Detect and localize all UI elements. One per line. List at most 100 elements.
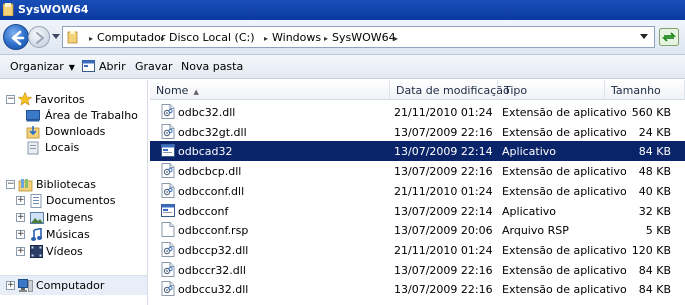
file-name: odbccu32.dll bbox=[178, 283, 249, 297]
file-name: odbcconf bbox=[178, 204, 229, 218]
app-icon bbox=[161, 203, 175, 218]
address-bar[interactable]: ▸ Computador ▸ Disco Local (C:) ▸ Windows ▸… bbox=[62, 26, 655, 48]
column-header-name[interactable]: Nome ▲ bbox=[150, 80, 390, 100]
nav-places[interactable]: Locais bbox=[26, 140, 146, 156]
nav-desktop[interactable]: Área de Trabalho bbox=[26, 108, 146, 124]
new-folder-button[interactable]: Nova pasta bbox=[181, 60, 243, 73]
dll-icon bbox=[161, 104, 175, 119]
window-icon bbox=[82, 60, 95, 72]
file-name: odbcad32 bbox=[178, 145, 233, 159]
file-row[interactable]: odbccp32.dll 21/11/2010 01:24 Extensão de … bbox=[150, 240, 685, 260]
back-button[interactable] bbox=[3, 24, 29, 50]
file-date-modified: 13/07/2009 22:16 bbox=[394, 125, 493, 139]
file-row[interactable]: odbc32gt.dll 13/07/2009 22:16 Extensão de … bbox=[150, 122, 685, 142]
expand-icon[interactable]: + bbox=[16, 230, 25, 239]
breadcrumb-windows[interactable]: ▸ Windows bbox=[264, 31, 321, 44]
dll-icon bbox=[161, 123, 175, 139]
file-type: Aplicativo bbox=[502, 204, 557, 218]
refresh-icon[interactable] bbox=[659, 28, 679, 46]
file-date-modified: 13/07/2009 22:16 bbox=[394, 263, 493, 277]
organize-button[interactable]: Organizar ▼ bbox=[10, 60, 75, 73]
music-icon bbox=[31, 228, 42, 241]
file-name: odbcbcp.dll bbox=[178, 165, 242, 179]
file-name: odbccr32.dll bbox=[178, 263, 246, 277]
file-row[interactable]: odbccr32.dll 13/07/2009 22:16 Extensão de … bbox=[150, 260, 685, 280]
desktop-icon bbox=[26, 110, 40, 122]
star-icon bbox=[18, 92, 32, 106]
breadcrumb-computer[interactable]: ▸ Computador bbox=[89, 31, 165, 44]
collapse-icon[interactable]: − bbox=[6, 95, 15, 104]
expand-icon[interactable]: + bbox=[16, 196, 25, 205]
file-type: Aplicativo bbox=[502, 145, 557, 159]
breadcrumb-syswow64[interactable]: ▸ SysWOW64 bbox=[324, 31, 396, 44]
file-name: odbcconf.dll bbox=[178, 184, 245, 198]
column-header-size[interactable]: Tamanho bbox=[605, 80, 685, 100]
file-name: odbcconf.rsp bbox=[178, 224, 249, 238]
column-header-type[interactable]: Tipo bbox=[498, 80, 605, 100]
file-row[interactable]: odbcconf.rsp 13/07/2009 20:06 Arquivo RSP 5… bbox=[150, 220, 685, 240]
file-name: odbccp32.dll bbox=[178, 243, 249, 257]
images-icon bbox=[30, 212, 44, 224]
file-row[interactable]: odbccu32.dll 13/07/2009 22:16 Extensão de … bbox=[150, 279, 685, 299]
column-header-date[interactable]: Data de modificação bbox=[390, 80, 510, 100]
expand-icon[interactable]: + bbox=[16, 247, 25, 256]
file-date-modified: 21/11/2010 01:24 bbox=[394, 106, 493, 119]
file-size: 40 KB bbox=[638, 184, 671, 198]
title-bar[interactable]: SysWOW64 bbox=[0, 0, 685, 20]
folder-icon bbox=[3, 3, 14, 16]
breadcrumb-local-disk[interactable]: ▸ Disco Local (C:) bbox=[161, 31, 255, 44]
file-date-modified: 13/07/2009 22:16 bbox=[394, 283, 493, 297]
app-icon bbox=[161, 143, 175, 158]
file-date-modified: 13/07/2009 22:14 bbox=[394, 145, 493, 159]
dll-icon bbox=[161, 182, 175, 198]
blank-file-icon bbox=[161, 222, 175, 238]
nav-images[interactable]: + Imagens bbox=[16, 210, 146, 226]
nav-music[interactable]: + Músicas bbox=[16, 227, 146, 243]
file-size: 48 KB bbox=[638, 165, 671, 179]
address-row: ▸ Computador ▸ Disco Local (C:) ▸ Windows ▸… bbox=[0, 20, 685, 55]
file-size: 84 KB bbox=[638, 263, 671, 277]
file-type: Arquivo RSP bbox=[502, 224, 569, 238]
expand-icon[interactable]: + bbox=[16, 213, 25, 222]
downloads-folder-icon bbox=[26, 126, 40, 139]
forward-button[interactable] bbox=[28, 26, 50, 48]
breadcrumb-more-icon[interactable]: ▸ bbox=[394, 31, 402, 44]
file-size: 32 KB bbox=[638, 204, 671, 218]
dll-icon bbox=[161, 241, 175, 257]
nav-favorites[interactable]: − Favoritos bbox=[6, 92, 146, 108]
file-list: Nome ▲ Data de modificação Tipo Tamanho o… bbox=[150, 80, 685, 305]
file-size: 24 KB bbox=[638, 125, 671, 139]
collapse-icon[interactable]: − bbox=[6, 180, 15, 189]
file-size: 84 KB bbox=[638, 283, 671, 297]
file-row[interactable]: odbcbcp.dll 13/07/2009 22:16 Extensão de a… bbox=[150, 161, 685, 181]
nav-documents[interactable]: + Documentos bbox=[16, 193, 146, 209]
burn-button[interactable]: Gravar bbox=[135, 60, 173, 73]
file-row[interactable]: odbcconf.dll 21/11/2010 01:24 Extensão de … bbox=[150, 181, 685, 201]
open-button[interactable]: Abrir bbox=[82, 60, 126, 73]
dll-icon bbox=[161, 281, 175, 297]
nav-downloads[interactable]: Downloads bbox=[26, 124, 146, 140]
nav-videos[interactable]: + Vídeos bbox=[16, 244, 146, 260]
file-size: 5 KB bbox=[645, 224, 671, 238]
command-bar: Organizar ▼ Abrir Gravar Nova pasta bbox=[0, 55, 685, 79]
arrow-right-icon bbox=[36, 32, 45, 44]
dll-icon bbox=[161, 261, 175, 277]
file-date-modified: 21/11/2010 01:24 bbox=[394, 243, 493, 257]
expand-icon[interactable]: + bbox=[6, 281, 15, 290]
file-row[interactable]: odbc32.dll 21/11/2010 01:24 Extensão de ap… bbox=[150, 102, 685, 122]
documents-icon bbox=[30, 194, 42, 208]
recent-places-icon bbox=[27, 141, 39, 155]
file-size: 560 KB bbox=[631, 106, 671, 119]
recent-pages-dropdown-icon[interactable] bbox=[52, 34, 60, 40]
file-row[interactable]: odbcad32 13/07/2009 22:14 Aplicativo 84 KB bbox=[150, 141, 685, 162]
navigation-pane: − Favoritos Área de Trabalho Downloads L… bbox=[0, 80, 148, 305]
arrow-left-icon bbox=[11, 30, 25, 46]
file-name: odbc32gt.dll bbox=[178, 125, 247, 139]
column-header-row: Nome ▲ Data de modificação Tipo Tamanho bbox=[150, 80, 685, 100]
nav-computer[interactable]: + Computador bbox=[6, 278, 146, 294]
file-name: odbc32.dll bbox=[178, 106, 236, 119]
file-date-modified: 13/07/2009 22:16 bbox=[394, 165, 493, 179]
nav-libraries[interactable]: − Bibliotecas bbox=[6, 177, 146, 193]
file-row[interactable]: odbcconf 13/07/2009 22:14 Aplicativo 32 KB bbox=[150, 201, 685, 221]
chevron-down-icon[interactable] bbox=[640, 34, 648, 40]
